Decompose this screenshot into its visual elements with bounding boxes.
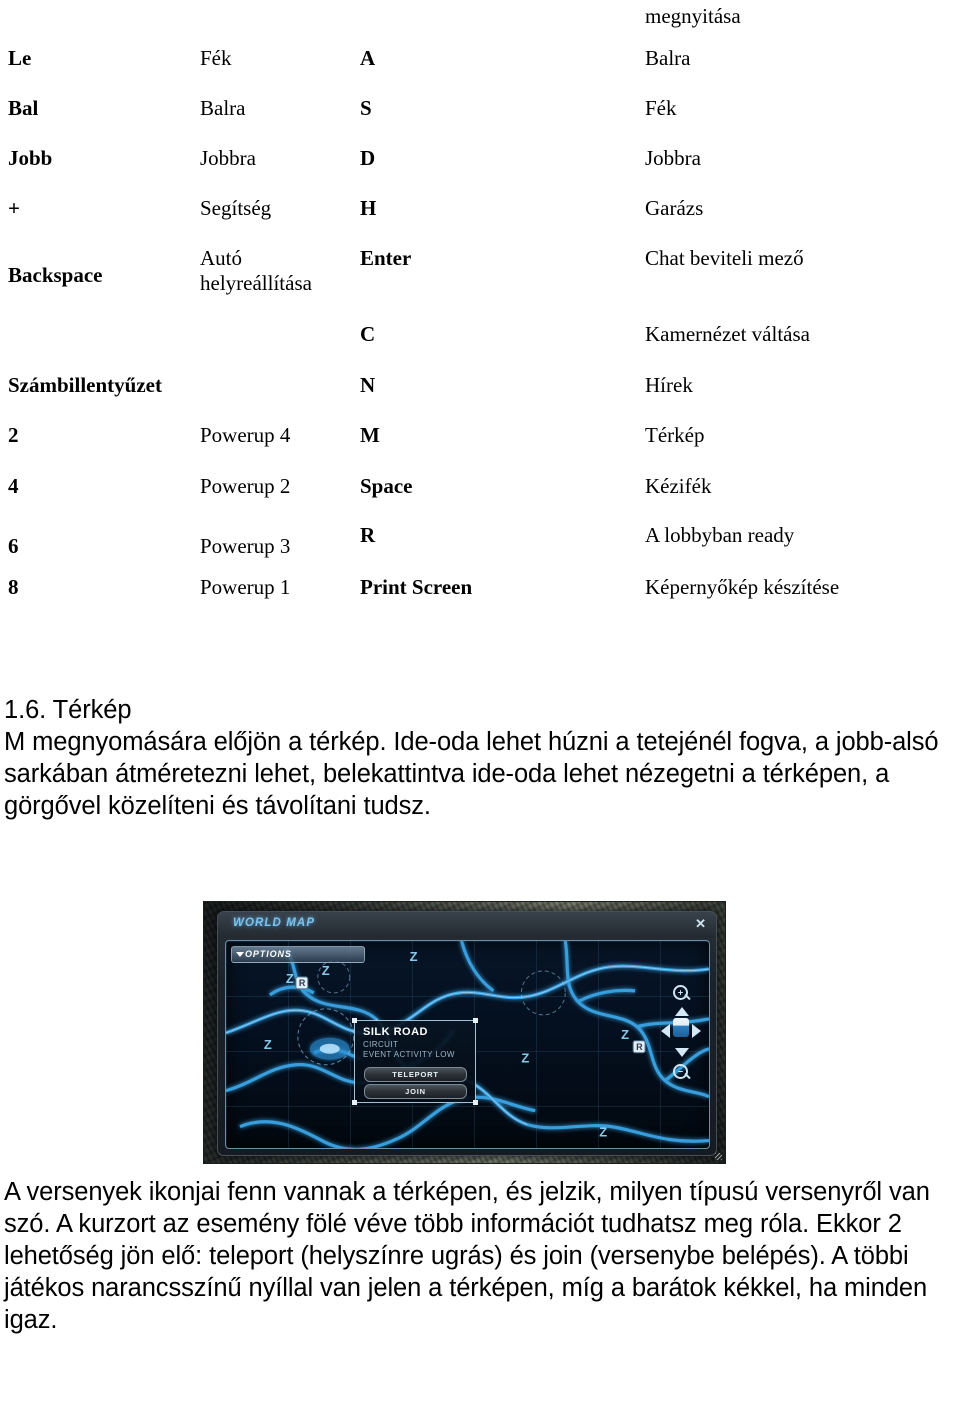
key-label: Enter: [360, 246, 412, 270]
action-label: Jobbra: [645, 146, 701, 170]
key-label: +: [8, 196, 20, 220]
zoom-in-icon[interactable]: +: [673, 985, 688, 1000]
action-label: Autó helyreállítása: [200, 246, 312, 295]
key-label: Print Screen: [360, 575, 473, 599]
zoom-out-icon[interactable]: −: [673, 1064, 688, 1079]
teleport-button[interactable]: TELEPORT: [364, 1067, 467, 1082]
world-map-window: WORLD MAP ✕ Z Z Z Z Z Z Z R R OPTIONS SI…: [217, 911, 717, 1156]
svg-text:Z: Z: [621, 1027, 629, 1042]
action-label: Hírek: [645, 373, 693, 397]
key-label: Bal: [8, 96, 39, 120]
action-label: Powerup 1: [200, 575, 291, 599]
svg-text:Z: Z: [286, 971, 294, 986]
key-label: S: [360, 96, 372, 120]
action-label: Segítség: [200, 196, 272, 220]
map-canvas[interactable]: Z Z Z Z Z Z Z R R OPTIONS SILK ROAD CIRC…: [225, 940, 710, 1149]
key-label: D: [360, 146, 376, 170]
action-label: A lobbyban ready: [645, 523, 795, 547]
pan-down-icon[interactable]: [675, 1048, 689, 1057]
key-label: 6: [8, 534, 19, 558]
event-info-popup[interactable]: SILK ROAD CIRCUIT EVENT ACTIVITY LOW TEL…: [352, 1018, 478, 1105]
event-activity: EVENT ACTIVITY LOW: [363, 1050, 455, 1059]
popup-handle-bottom-left: [352, 1100, 357, 1105]
action-label: Garázs: [645, 196, 704, 220]
key-label: 8: [8, 575, 19, 599]
key-label: R: [360, 523, 376, 547]
event-name: SILK ROAD: [363, 1026, 428, 1038]
world-map-title: WORLD MAP: [233, 917, 316, 929]
action-label: Powerup 2: [200, 474, 291, 498]
key-label: Le: [8, 46, 32, 70]
section-heading: 1.6. Térkép: [4, 696, 132, 724]
key-label: N: [360, 373, 376, 397]
popup-handle-top-left: [352, 1018, 357, 1023]
orphan-continuation-text: megnyitása: [645, 4, 741, 28]
world-map-screenshot-figure: WORLD MAP ✕ Z Z Z Z Z Z Z R R OPTIONS SI…: [203, 901, 726, 1164]
key-label: M: [360, 423, 380, 447]
action-label: Powerup 4: [200, 423, 291, 447]
key-label: Jobb: [8, 146, 53, 170]
resize-handle[interactable]: [715, 1153, 722, 1160]
zoom-out-sign: −: [677, 1066, 684, 1076]
chevron-down-icon: [236, 952, 244, 957]
svg-text:Z: Z: [264, 1037, 272, 1052]
action-label: Balra: [200, 96, 246, 120]
key-label: H: [360, 196, 377, 220]
close-icon[interactable]: ✕: [695, 917, 706, 930]
map-options-dropdown[interactable]: OPTIONS: [231, 946, 365, 963]
action-label: Kamernézet váltása: [645, 322, 810, 346]
pan-up-icon[interactable]: [675, 1007, 689, 1016]
key-label: A: [360, 46, 376, 70]
key-label: Számbillentyűzet: [8, 373, 162, 397]
key-label: C: [360, 322, 376, 346]
action-label: Térkép: [645, 423, 705, 447]
map-navigation-controls[interactable]: + −: [661, 985, 701, 1079]
key-label: Space: [360, 474, 413, 498]
svg-text:R: R: [299, 978, 306, 988]
pan-left-icon[interactable]: [661, 1024, 670, 1038]
pan-hand-icon[interactable]: [673, 1018, 689, 1037]
key-label: Backspace: [8, 263, 103, 287]
action-label: Kézifék: [645, 474, 712, 498]
popup-handle-bottom-right: [473, 1100, 478, 1105]
svg-text:Z: Z: [322, 963, 330, 978]
map-options-label: OPTIONS: [245, 949, 292, 959]
svg-text:Z: Z: [521, 1051, 529, 1066]
action-label: Képernyőkép készítése: [645, 575, 840, 599]
key-label: 4: [8, 474, 19, 498]
svg-text:Z: Z: [599, 1125, 607, 1140]
event-type: CIRCUIT: [363, 1040, 399, 1049]
zoom-in-sign: +: [677, 987, 684, 997]
paragraph-race-events: A versenyek ikonjai fenn vannak a térkép…: [4, 1178, 930, 1334]
action-label: Fék: [200, 46, 232, 70]
action-label: Chat beviteli mező: [645, 246, 804, 270]
join-button[interactable]: JOIN: [364, 1084, 467, 1099]
pan-right-icon[interactable]: [692, 1024, 701, 1038]
key-label: 2: [8, 423, 19, 447]
action-label: Powerup 3: [200, 534, 291, 558]
action-label: Balra: [645, 46, 691, 70]
paragraph-map-usage: M megnyomására előjön a térkép. Ide-oda …: [4, 728, 939, 820]
action-label: Fék: [645, 96, 677, 120]
action-label: Jobbra: [200, 146, 256, 170]
svg-text:R: R: [636, 1042, 643, 1052]
world-map-titlebar[interactable]: WORLD MAP ✕: [218, 912, 716, 938]
svg-text:Z: Z: [410, 949, 418, 964]
popup-handle-top-right: [473, 1018, 478, 1023]
